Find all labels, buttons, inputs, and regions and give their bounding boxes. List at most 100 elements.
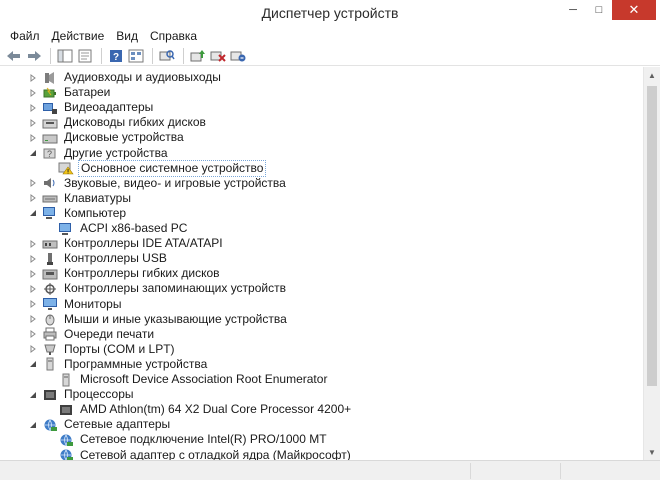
disable-device-icon[interactable] bbox=[210, 48, 226, 64]
back-icon[interactable] bbox=[6, 48, 22, 64]
software-device-icon bbox=[58, 373, 74, 387]
expand-arrow-icon[interactable] bbox=[28, 314, 38, 324]
scroll-up-icon[interactable]: ▲ bbox=[644, 67, 660, 83]
expand-arrow-icon[interactable] bbox=[28, 284, 38, 294]
display-adapter-icon bbox=[42, 101, 58, 115]
expand-arrow-icon[interactable] bbox=[28, 329, 38, 339]
device-category[interactable]: Программные устройства bbox=[28, 357, 209, 372]
device-category[interactable]: Порты (COM и LPT) bbox=[28, 342, 177, 357]
menu-file[interactable]: Файл bbox=[4, 27, 46, 46]
device-category[interactable]: Компьютер bbox=[28, 206, 128, 221]
tree-node-label: Программные устройства bbox=[64, 356, 208, 371]
expand-arrow-icon[interactable] bbox=[28, 73, 38, 83]
help-icon[interactable]: ? bbox=[108, 48, 124, 64]
expand-arrow-icon[interactable] bbox=[28, 103, 38, 113]
status-bar bbox=[0, 460, 660, 480]
maximize-button[interactable]: □ bbox=[586, 0, 612, 20]
tree-node-label: AMD Athlon(tm) 64 X2 Dual Core Processor… bbox=[80, 402, 352, 417]
expand-arrow-icon[interactable] bbox=[28, 254, 38, 264]
device-category[interactable]: Контроллеры гибких дисков bbox=[28, 266, 222, 281]
console-tree-icon[interactable] bbox=[57, 48, 73, 64]
usb-icon bbox=[42, 252, 58, 266]
tree-node-label: Контроллеры USB bbox=[64, 251, 167, 266]
device-category[interactable]: Контроллеры USB bbox=[28, 251, 169, 266]
device-category[interactable]: ? Другие устройства bbox=[28, 146, 170, 161]
svg-text:?: ? bbox=[113, 52, 119, 63]
expand-arrow-icon[interactable] bbox=[28, 133, 38, 143]
device-item[interactable]: Microsoft Device Association Root Enumer… bbox=[44, 372, 329, 387]
device-category[interactable]: Очереди печати bbox=[28, 327, 156, 342]
menu-bar: Файл Действие Вид Справка bbox=[0, 27, 660, 46]
expand-arrow-icon[interactable] bbox=[28, 178, 38, 188]
close-button[interactable]: ✕ bbox=[612, 0, 656, 20]
uninstall-device-icon[interactable] bbox=[230, 48, 246, 64]
processor-icon bbox=[58, 403, 74, 417]
device-manager-window: Диспетчер устройств ─ □ ✕ Файл Действие … bbox=[0, 0, 660, 480]
device-category[interactable]: Батареи bbox=[28, 85, 112, 100]
menu-action[interactable]: Действие bbox=[46, 27, 111, 46]
device-category[interactable]: Клавиатуры bbox=[28, 191, 133, 206]
device-category[interactable]: Процессоры bbox=[28, 387, 136, 402]
device-item[interactable]: Основное системное устройство bbox=[44, 159, 267, 177]
collapse-arrow-icon[interactable] bbox=[28, 359, 38, 369]
expand-arrow-icon[interactable] bbox=[28, 269, 38, 279]
collapse-arrow-icon[interactable] bbox=[28, 390, 38, 400]
device-tree: Аудиовходы и аудиовыходы Батареи Видеоадап… bbox=[0, 67, 643, 460]
toolbar-separator bbox=[50, 47, 51, 64]
device-item[interactable]: Сетевой адаптер с отладкой ядра (Майкрос… bbox=[44, 447, 353, 461]
device-item[interactable]: ACPI x86-based PC bbox=[44, 221, 189, 236]
scroll-thumb[interactable] bbox=[647, 86, 657, 386]
device-category[interactable]: Контроллеры IDE ATA/ATAPI bbox=[28, 236, 225, 251]
tree-node-label: Сетевой адаптер с отладкой ядра (Майкрос… bbox=[80, 447, 351, 461]
network-adapter-icon bbox=[42, 418, 58, 432]
menu-view[interactable]: Вид bbox=[110, 27, 144, 46]
computer-icon bbox=[58, 222, 74, 236]
device-category[interactable]: Мониторы bbox=[28, 297, 123, 312]
collapse-arrow-icon[interactable] bbox=[28, 420, 38, 430]
device-category[interactable]: Дисковые устройства bbox=[28, 130, 186, 145]
device-category[interactable]: Звуковые, видео- и игровые устройства bbox=[28, 176, 288, 191]
tree-node-label: Сетевые адаптеры bbox=[64, 417, 171, 432]
scan-hardware-icon[interactable] bbox=[159, 48, 175, 64]
device-category[interactable]: Сетевые адаптеры bbox=[28, 417, 172, 432]
device-category[interactable]: Аудиовходы и аудиовыходы bbox=[28, 70, 223, 85]
expand-arrow-icon[interactable] bbox=[28, 299, 38, 309]
tree-node-label: Дисководы гибких дисков bbox=[64, 115, 206, 130]
tree-node-label: Контроллеры запоминающих устройств bbox=[64, 281, 286, 296]
properties-icon[interactable] bbox=[77, 48, 93, 64]
expand-arrow-icon[interactable] bbox=[28, 118, 38, 128]
device-item[interactable]: AMD Athlon(tm) 64 X2 Dual Core Processor… bbox=[44, 402, 353, 417]
audio-io-icon bbox=[42, 71, 58, 85]
expand-arrow-icon[interactable] bbox=[28, 88, 38, 98]
expand-arrow-icon[interactable] bbox=[28, 193, 38, 203]
device-category[interactable]: Дисководы гибких дисков bbox=[28, 115, 208, 130]
collapse-arrow-icon[interactable] bbox=[28, 148, 38, 158]
tree-node-label: Компьютер bbox=[64, 205, 127, 220]
expand-arrow-icon[interactable] bbox=[28, 239, 38, 249]
forward-icon[interactable] bbox=[26, 48, 42, 64]
update-driver-icon[interactable] bbox=[190, 48, 206, 64]
vertical-scrollbar[interactable]: ▲ ▼ bbox=[643, 67, 660, 460]
device-item[interactable]: Сетевое подключение Intel(R) PRO/1000 MT bbox=[44, 432, 329, 447]
device-category[interactable]: Мыши и иные указывающие устройства bbox=[28, 312, 289, 327]
menu-help[interactable]: Справка bbox=[144, 27, 203, 46]
floppy-drive-icon bbox=[42, 116, 58, 130]
view-icon[interactable] bbox=[128, 48, 144, 64]
device-category[interactable]: Контроллеры запоминающих устройств bbox=[28, 281, 288, 296]
tree-node-label: Основное системное устройство bbox=[78, 159, 267, 177]
mouse-icon bbox=[42, 312, 58, 326]
network-adapter-icon bbox=[58, 448, 74, 460]
device-category[interactable]: Видеоадаптеры bbox=[28, 100, 155, 115]
network-adapter-icon bbox=[58, 433, 74, 447]
minimize-button[interactable]: ─ bbox=[560, 0, 586, 20]
scroll-down-icon[interactable]: ▼ bbox=[644, 444, 660, 460]
status-divider bbox=[560, 463, 561, 479]
toolbar-separator bbox=[183, 47, 184, 64]
warning-device-icon bbox=[58, 161, 74, 175]
toolbar-separator bbox=[152, 47, 153, 64]
collapse-arrow-icon[interactable] bbox=[28, 208, 38, 218]
expand-arrow-icon[interactable] bbox=[28, 344, 38, 354]
